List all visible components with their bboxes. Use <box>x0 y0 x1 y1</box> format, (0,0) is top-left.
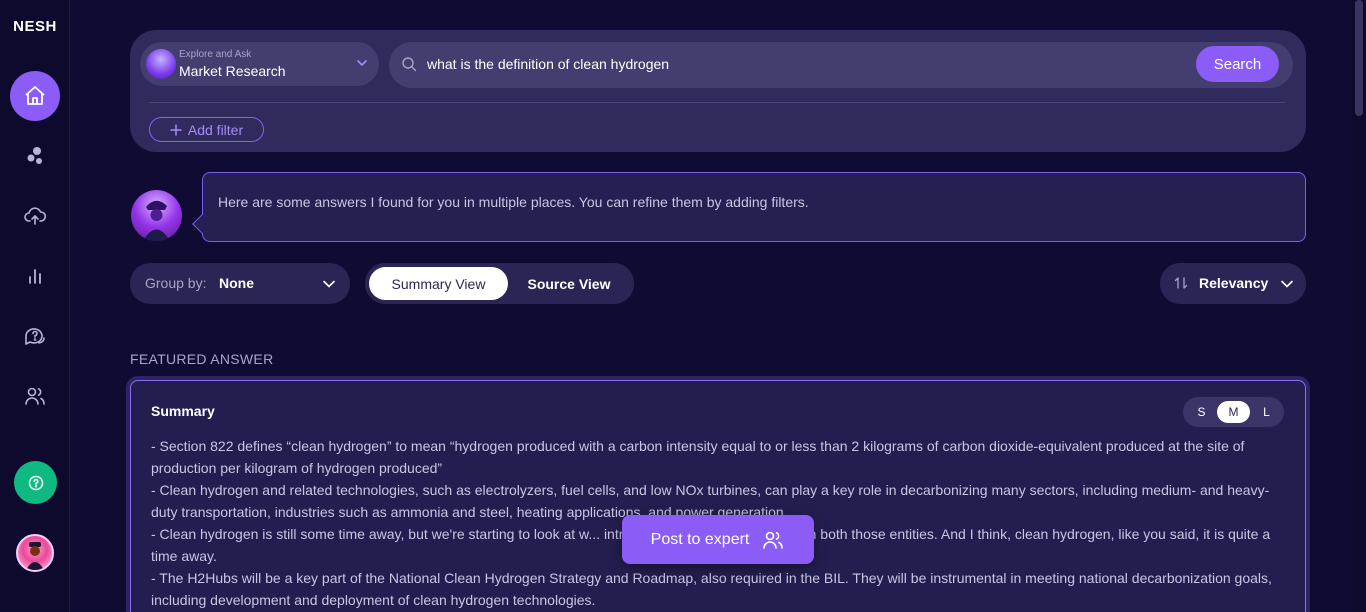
sidebar-item-bubbles[interactable] <box>10 131 60 181</box>
question-chat-icon <box>25 328 45 345</box>
bubbles-icon <box>27 147 42 164</box>
add-filter-label: Add filter <box>187 121 244 138</box>
search-input[interactable]: what is the definition of clean hydrogen <box>427 56 669 72</box>
size-m-button[interactable]: M <box>1217 401 1250 423</box>
size-l-button[interactable]: L <box>1250 401 1283 423</box>
summary-line: - Section 822 defines “clean hydrogen” t… <box>151 438 1245 476</box>
cloud-upload-icon <box>24 207 47 225</box>
group-by-label: Group by: <box>145 275 207 291</box>
group-by-value: None <box>219 275 254 291</box>
featured-answer-label: FEATURED ANSWER <box>130 351 274 367</box>
group-by-select[interactable]: Group by: None <box>130 263 350 304</box>
sidebar-item-upload[interactable] <box>10 191 60 241</box>
panel-divider <box>149 102 1285 103</box>
explore-mode-select[interactable]: Explore and Ask Market Research <box>140 42 379 86</box>
search-button[interactable]: Search <box>1196 46 1279 82</box>
search-panel: Explore and Ask Market Research what is … <box>130 30 1306 152</box>
home-icon <box>25 86 45 105</box>
assistant-avatar <box>131 190 182 241</box>
chevron-down-icon <box>1281 280 1293 288</box>
assistant-message-bubble: Here are some answers I found for you in… <box>192 172 1306 242</box>
view-toggle: Summary View Source View <box>365 263 634 304</box>
sidebar-item-home[interactable] <box>10 71 60 121</box>
page-scrollbar[interactable] <box>1352 0 1366 612</box>
app-logo[interactable]: NESH <box>0 18 70 35</box>
plus-icon <box>170 123 182 136</box>
summary-line: - The H2Hubs will be a key part of the N… <box>151 570 1272 608</box>
help-button[interactable] <box>14 461 57 504</box>
search-box[interactable]: what is the definition of clean hydrogen… <box>389 42 1293 88</box>
assistant-message: Here are some answers I found for you in… <box>218 194 809 210</box>
sort-icon <box>1174 277 1188 289</box>
post-to-expert-label: Post to expert <box>650 530 750 548</box>
scrollbar-thumb[interactable] <box>1355 0 1363 116</box>
avatar-illustration <box>26 542 44 570</box>
bubble-tail <box>192 214 212 234</box>
help-icon <box>28 475 43 490</box>
size-s-button[interactable]: S <box>1185 401 1218 423</box>
search-icon <box>402 57 417 72</box>
add-filter-button[interactable]: Add filter <box>149 117 264 142</box>
sidebar-item-questions[interactable] <box>10 311 60 361</box>
summary-title: Summary <box>151 403 215 419</box>
users-icon <box>25 387 45 405</box>
sidebar-item-analytics[interactable] <box>10 251 60 301</box>
users-icon <box>763 531 784 549</box>
sidebar: NESH <box>0 0 70 612</box>
sort-value: Relevancy <box>1199 275 1269 291</box>
summary-size-toggle: S M L <box>1183 397 1284 427</box>
post-to-expert-button[interactable]: Post to expert <box>622 515 814 564</box>
chevron-down-icon <box>323 280 335 288</box>
chevron-down-icon <box>357 60 367 67</box>
bar-chart-icon <box>29 269 41 284</box>
sort-select[interactable]: Relevancy <box>1160 263 1306 304</box>
sidebar-item-users[interactable] <box>10 371 60 421</box>
explore-mode-caption: Explore and Ask <box>179 49 252 60</box>
explore-mode-value: Market Research <box>179 63 286 79</box>
summary-view-tab[interactable]: Summary View <box>369 267 508 300</box>
assistant-illustration <box>143 200 170 241</box>
source-view-tab[interactable]: Source View <box>508 267 630 300</box>
user-avatar[interactable] <box>16 534 54 572</box>
featured-answer-card: Summary S M L - Section 822 defines “cle… <box>130 380 1306 612</box>
assistant-mini-avatar <box>146 49 176 79</box>
